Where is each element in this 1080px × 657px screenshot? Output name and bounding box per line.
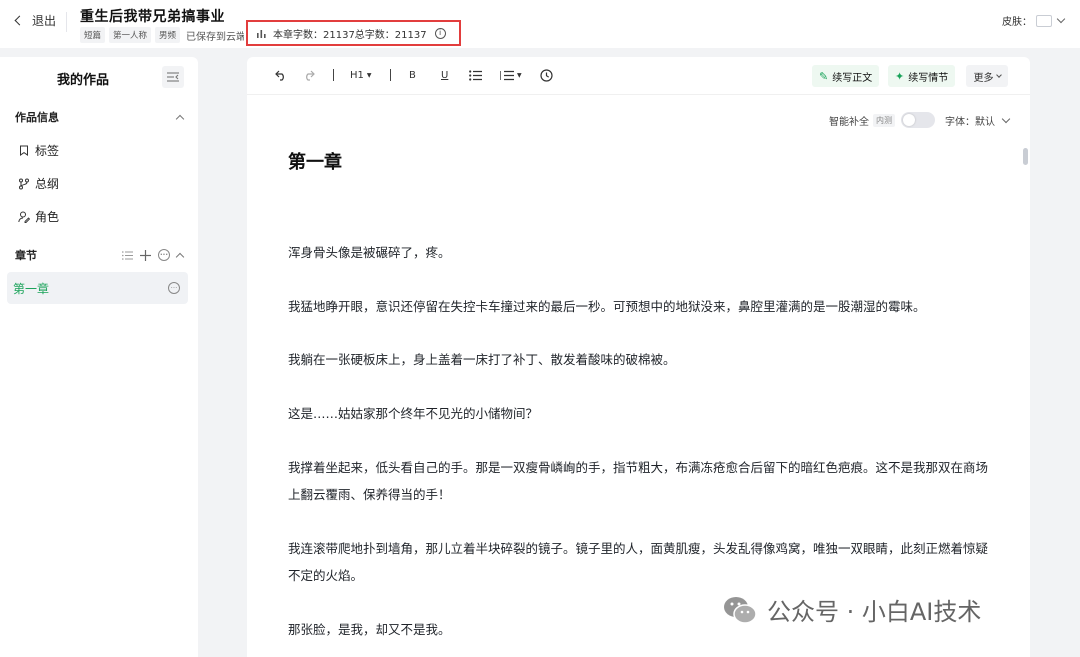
redo-button[interactable]: [303, 66, 315, 84]
chapter-item-1[interactable]: 第一章 ···: [7, 272, 188, 304]
outline-icon: [17, 177, 31, 191]
heading-label: H1: [350, 69, 364, 81]
character-icon: [17, 210, 31, 224]
underline-label: U: [441, 69, 449, 81]
editor-panel: H1 ▼ B U ▼ ✎ 续写正文 ✦ 续写情节 更多 智能补全 内测 字体：默…: [247, 57, 1030, 657]
sidebar-collapse-button[interactable]: [162, 66, 184, 88]
top-header: 退出 重生后我带兄弟搞事业 短篇 第一人称 男频 已保存到云端 本章字数：211…: [0, 0, 1080, 48]
back-button[interactable]: 退出: [14, 12, 57, 29]
save-status: 已保存到云端: [186, 31, 245, 43]
collapse-icon: [167, 72, 179, 82]
bullet-list-icon: [469, 69, 482, 81]
sidebar-item-outline[interactable]: 总纲: [17, 175, 59, 192]
sidebar-item-label: 角色: [35, 210, 60, 224]
info-icon[interactable]: i: [434, 27, 446, 39]
pen-icon: ✎: [819, 69, 829, 83]
chevron-down-icon: [1001, 114, 1011, 123]
continue-plot-button[interactable]: ✦ 续写情节: [888, 65, 956, 87]
watermark-text: 公众号 · 小白AI技术: [767, 598, 982, 626]
paragraph[interactable]: 我猛地睁开眼，意识还停留在失控卡车撞过来的最后一秒。可预想中的地狱没来，鼻腔里灌…: [288, 293, 988, 320]
section-chapters-label: 章节: [15, 249, 37, 262]
caret-down-icon: ▼: [517, 71, 522, 79]
indent-icon: [500, 70, 514, 80]
smart-complete-label: 智能补全: [829, 116, 869, 128]
font-label: 字体：默认: [945, 116, 995, 128]
chevron-down-icon: [995, 72, 1002, 78]
beta-badge: 内测: [873, 113, 895, 127]
history-icon: [540, 68, 553, 82]
book-tags: 短篇 第一人称 男频 已保存到云端: [80, 27, 244, 43]
section-chapters[interactable]: 章节 ···: [15, 247, 185, 263]
tag-length: 短篇: [80, 27, 106, 43]
sidebar-item-tags[interactable]: 标签: [17, 142, 59, 159]
chevron-up-icon[interactable]: [175, 252, 185, 261]
skin-label: 皮肤：: [1002, 17, 1032, 28]
more-label: 更多: [973, 72, 994, 84]
bullet-list-button[interactable]: [469, 66, 482, 84]
back-label: 退出: [32, 14, 57, 28]
sparkle-icon: ✦: [895, 69, 905, 83]
section-book-info[interactable]: 作品信息: [15, 109, 185, 125]
wechat-icon: [724, 596, 757, 624]
bookmark-icon: [17, 144, 31, 158]
undo-icon: [275, 70, 284, 81]
bar-chart-icon: [257, 30, 266, 38]
continue-text-label: 续写正文: [832, 72, 873, 84]
paragraph[interactable]: 我躺在一张硬板床上，身上盖着一床打了补丁、散发着酸味的破棉被。: [288, 346, 988, 373]
bold-label: B: [409, 69, 416, 81]
toolbar-divider: [333, 69, 334, 81]
paragraph[interactable]: 浑身骨头像是被碾碎了，疼。: [288, 239, 988, 266]
sidebar-item-label: 标签: [35, 144, 60, 158]
chapter-more-icon[interactable]: ···: [168, 282, 180, 294]
word-count-panel[interactable]: 本章字数：21137总字数：21137 i: [246, 20, 461, 46]
more-options-icon[interactable]: ···: [158, 249, 170, 261]
add-icon[interactable]: [140, 249, 151, 261]
chapter-tools: ···: [122, 249, 185, 261]
indent-dropdown[interactable]: ▼: [500, 66, 522, 84]
caret-down-icon: ▼: [366, 71, 372, 79]
list-icon[interactable]: [122, 250, 133, 260]
smart-complete-toggle[interactable]: [901, 112, 935, 128]
chapter-item-label: 第一章: [13, 281, 50, 296]
watermark: 公众号 · 小白AI技术: [723, 592, 981, 627]
editor-toolbar: H1 ▼ B U ▼ ✎ 续写正文 ✦ 续写情节 更多: [247, 57, 1030, 95]
paragraph[interactable]: 我撑着坐起来，低头看自己的手。那是一双瘦骨嶙峋的手，指节粗大，布满冻疮愈合后留下…: [288, 454, 988, 508]
word-count-text: 本章字数：21137总字数：21137: [273, 29, 427, 41]
scrollbar-thumb[interactable]: [1023, 148, 1028, 165]
paragraph[interactable]: 我连滚带爬地扑到墙角，那儿立着半块碎裂的镜子。镜子里的人，面黄肌瘦，头发乱得像鸡…: [288, 535, 988, 589]
header-divider: [66, 12, 67, 32]
skin-swatch: [1036, 14, 1052, 27]
toggle-knob: [903, 114, 915, 126]
toolbar-divider: [390, 69, 391, 81]
undo-button[interactable]: [275, 66, 287, 84]
font-selector[interactable]: 字体：默认: [945, 113, 1011, 128]
sidebar-item-label: 总纲: [35, 177, 60, 191]
continue-plot-label: 续写情节: [908, 72, 949, 84]
underline-button[interactable]: U: [441, 66, 448, 84]
smart-complete-row: 智能补全 内测 字体：默认: [829, 112, 1011, 128]
tag-channel: 男频: [155, 27, 181, 43]
redo-icon: [306, 70, 315, 81]
chevron-left-icon: [14, 15, 25, 26]
bold-button[interactable]: B: [409, 66, 416, 84]
chapter-title[interactable]: 第一章: [288, 148, 342, 174]
book-title: 重生后我带兄弟搞事业: [80, 9, 225, 25]
chevron-down-icon: [1056, 14, 1066, 24]
sidebar-item-characters[interactable]: 角色: [17, 208, 59, 225]
history-button[interactable]: [540, 66, 553, 84]
skin-selector[interactable]: 皮肤：: [1002, 13, 1066, 28]
section-book-info-label: 作品信息: [15, 111, 59, 124]
continue-text-button[interactable]: ✎ 续写正文: [812, 65, 880, 87]
more-button[interactable]: 更多: [966, 65, 1008, 87]
paragraph[interactable]: 这是……姑姑家那个终年不见光的小储物间？: [288, 400, 988, 427]
sidebar: 我的作品 作品信息 标签 总纲 角色 章节 ··· 第一章 ···: [0, 57, 198, 657]
chevron-up-icon: [175, 114, 185, 123]
sidebar-title: 我的作品: [56, 73, 109, 88]
tag-perspective: 第一人称: [109, 27, 152, 43]
heading-dropdown[interactable]: H1 ▼: [350, 66, 372, 84]
